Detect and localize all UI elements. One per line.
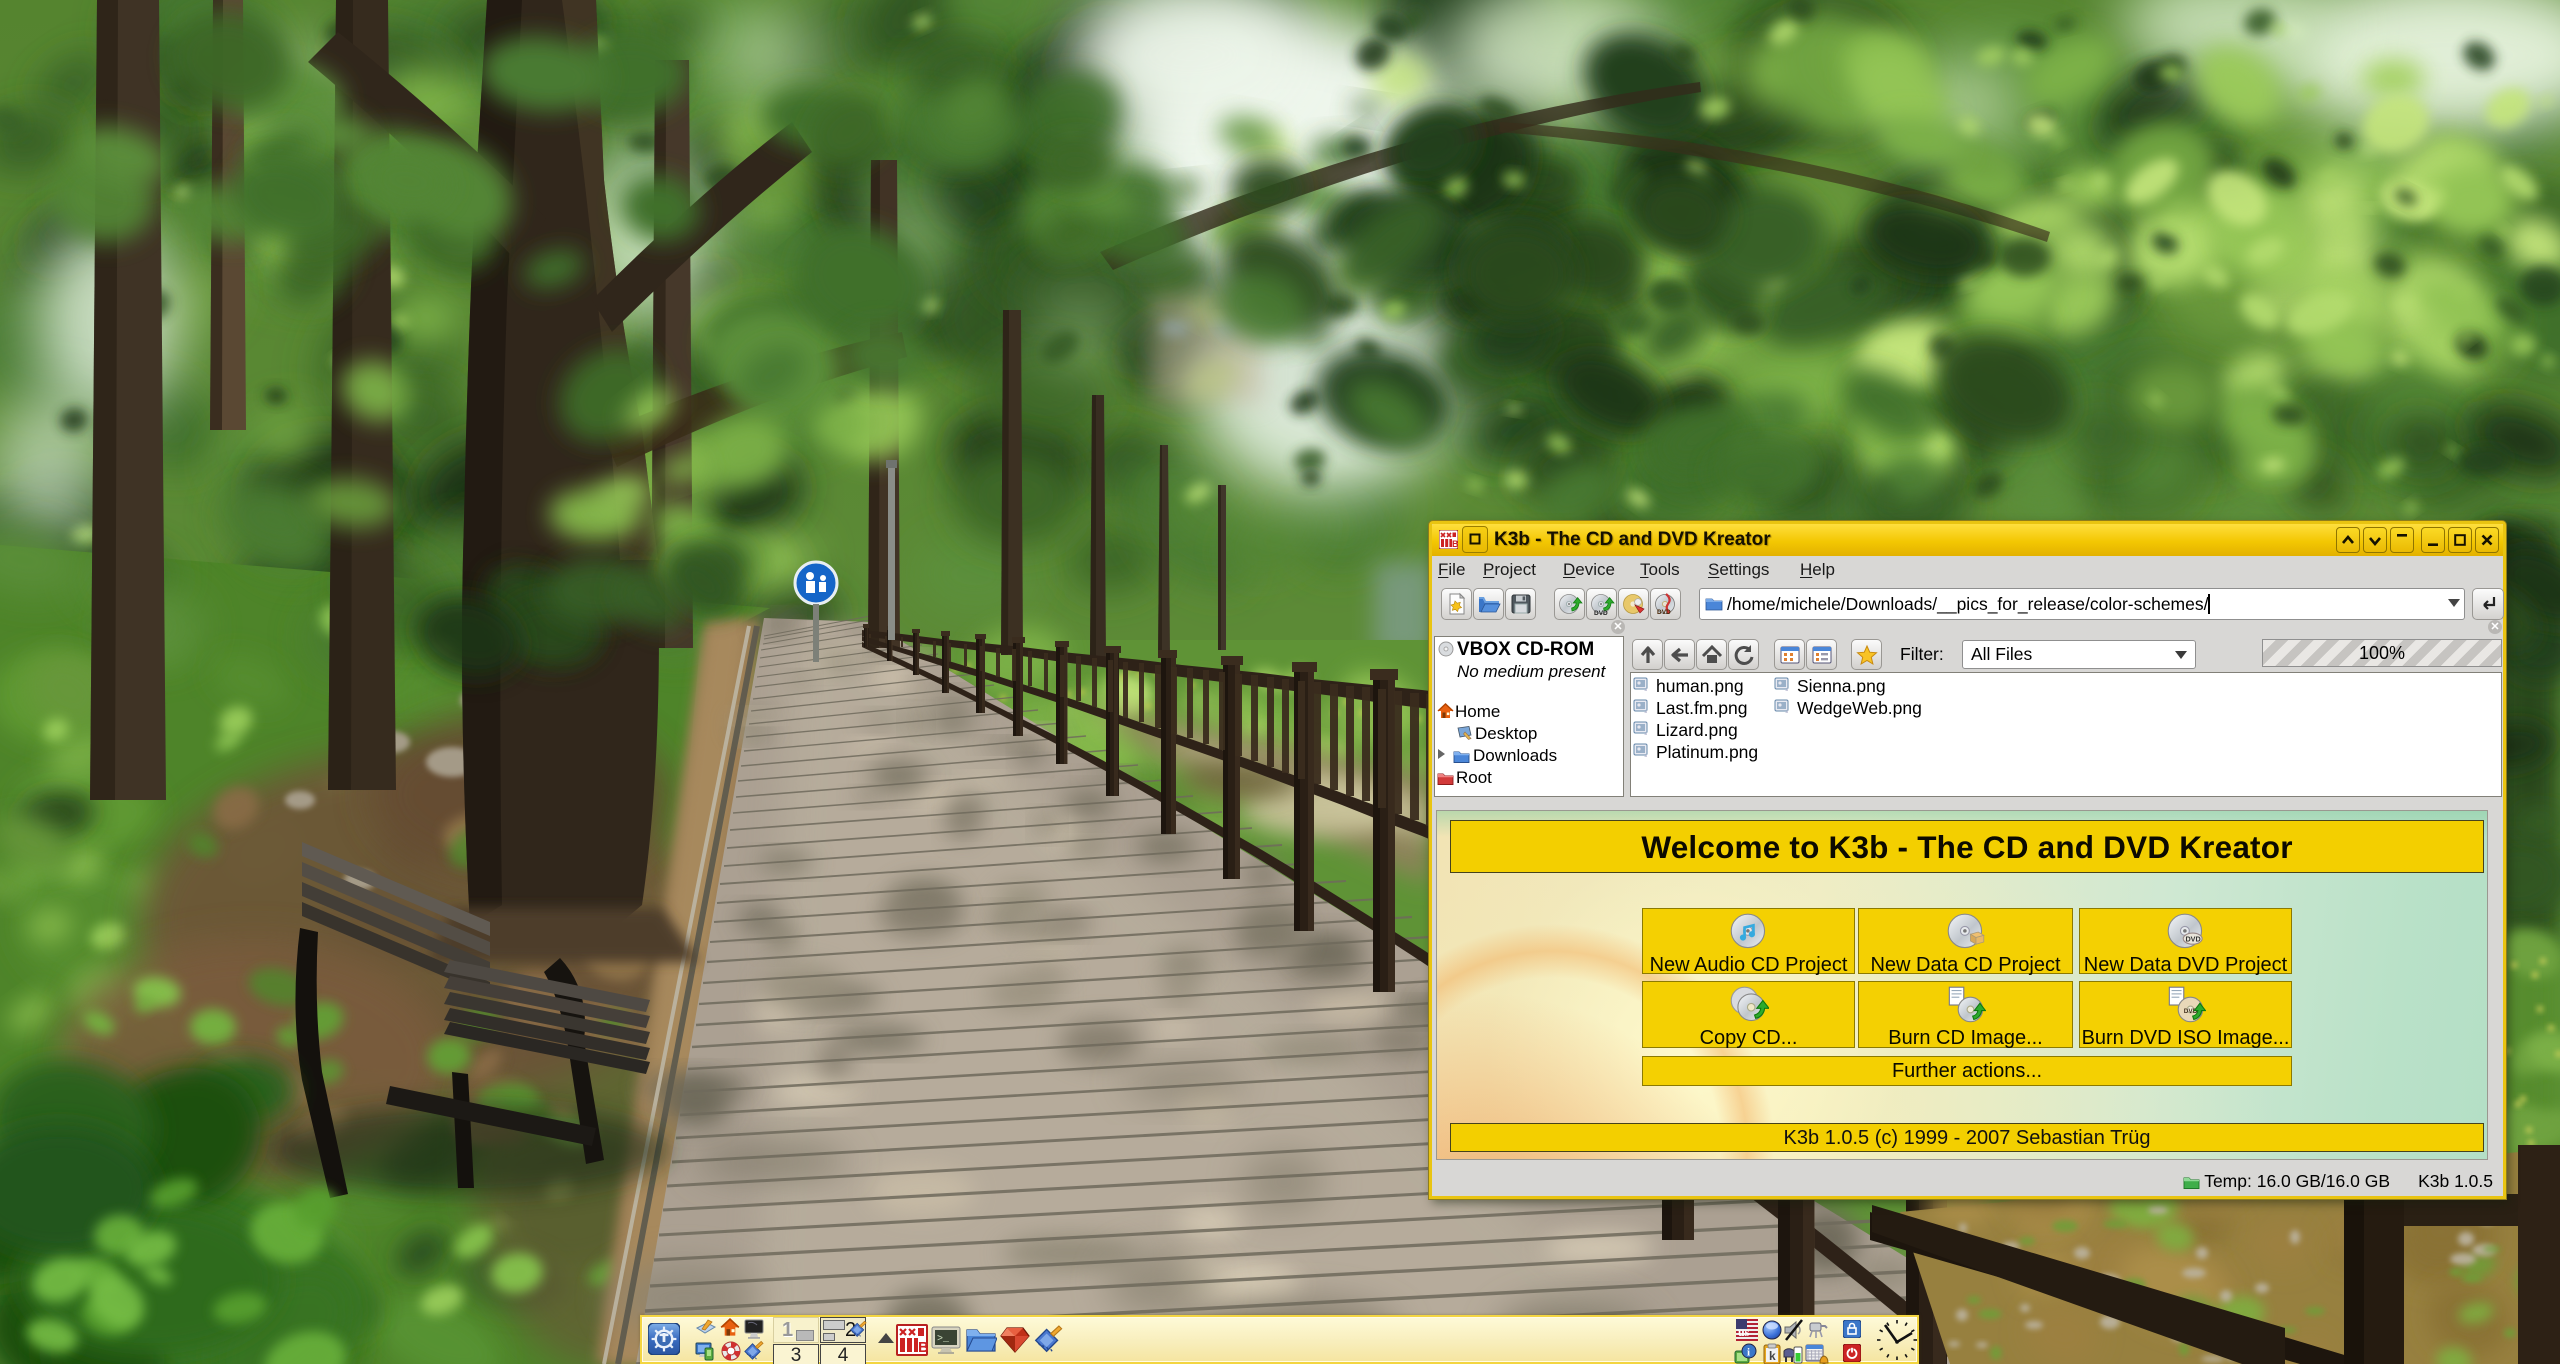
svg-text:us: us bbox=[1738, 1325, 1750, 1339]
svg-text:DVD: DVD bbox=[1657, 609, 1671, 616]
svg-text:B: B bbox=[1452, 539, 1458, 549]
svg-text:i: i bbox=[1747, 1347, 1750, 1359]
svg-text:DVD: DVD bbox=[2185, 934, 2200, 943]
svg-text:B: B bbox=[918, 1339, 928, 1356]
svg-text:k: k bbox=[1769, 1349, 1776, 1363]
svg-text:>_: >_ bbox=[937, 1334, 950, 1345]
svg-text:DVD: DVD bbox=[1594, 610, 1608, 616]
